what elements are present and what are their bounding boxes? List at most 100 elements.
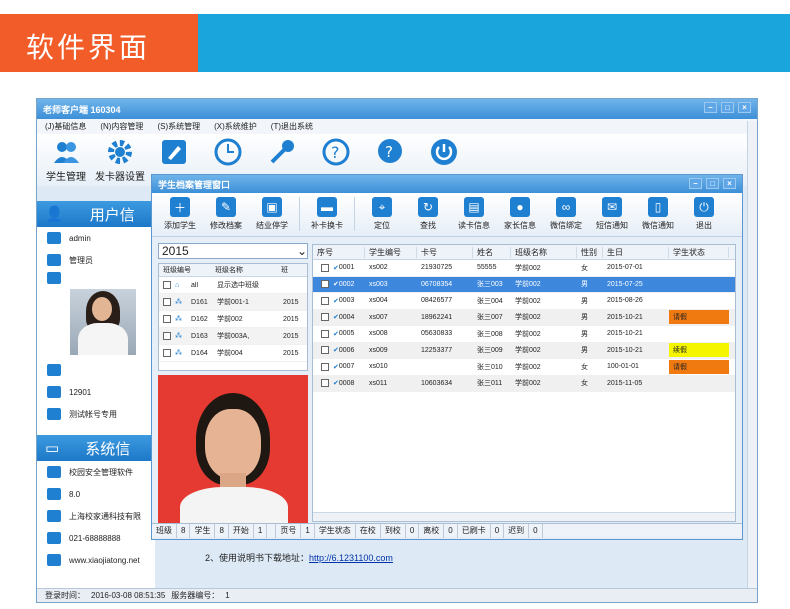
menu-item-maintain[interactable]: (X)系统维护 <box>214 121 257 132</box>
cell-status <box>669 376 729 390</box>
table-row[interactable]: ✔ 0003 xs004 08426577 张三004 学前002 男 2015-08-26 <box>313 293 735 310</box>
year-select[interactable]: 2015 ⌄ <box>158 243 308 259</box>
menu-item-exit[interactable]: (T)退出系统 <box>271 121 313 132</box>
manual-download-link[interactable]: http://6.1231100.com <box>309 553 393 563</box>
cell-sex: 女 <box>581 264 588 272</box>
row-checkbox[interactable] <box>321 296 329 305</box>
dialog-tool-button[interactable]: ↻ 查找 <box>406 197 450 236</box>
table-row[interactable]: ✔ 0008 xs011 10603634 张三011 学前002 女 2015-11-05 <box>313 375 735 392</box>
row-checkbox[interactable] <box>321 329 329 338</box>
help-button[interactable]: ? <box>313 138 359 166</box>
row-checkbox[interactable] <box>321 280 329 289</box>
column-header[interactable]: 序号 <box>313 246 365 258</box>
dialog-tool-button[interactable]: ＋ 添加学生 <box>158 197 202 236</box>
column-header[interactable]: 学生编号 <box>365 246 417 258</box>
class-name: 显示选中班级 <box>217 282 259 289</box>
dialog-tool-button[interactable]: ● 家长信息 <box>498 197 542 236</box>
class-row[interactable]: ⁂ D163 学前003A, 2015 <box>159 328 307 345</box>
dialog-tool-button[interactable]: ⌖ 定位 <box>360 197 404 236</box>
cell-class: 学前002 <box>515 281 541 289</box>
table-row[interactable]: ✔ 0006 xs009 12253377 张三009 学前002 男 2015-10-21 续… <box>313 342 735 359</box>
student-table-header: 序号 学生编号 卡号 姓名 班级名称 性别 生日 学生状态 <box>313 245 735 260</box>
column-header[interactable]: 生日 <box>603 246 669 258</box>
dialog-maximize-button[interactable]: □ <box>706 178 719 189</box>
minimize-button[interactable]: – <box>704 102 717 113</box>
column-header[interactable]: 学生状态 <box>669 246 729 258</box>
table-row[interactable]: ✔ 0001 xs002 21930725 55555 学前002 女 2015-07-01 <box>313 260 735 277</box>
plus-icon: ＋ <box>170 197 190 217</box>
phone-icon <box>47 532 61 544</box>
row-checkbox[interactable] <box>163 315 171 323</box>
column-header[interactable]: 姓名 <box>473 246 511 258</box>
dialog-title: 学生档案管理窗口 <box>158 179 231 190</box>
dialog-close-button[interactable]: × <box>723 178 736 189</box>
class-code: all <box>191 281 199 289</box>
edit-button[interactable] <box>151 138 197 166</box>
dialog-tool-button[interactable]: ▯ 微信通知 <box>636 197 680 236</box>
clock-button[interactable] <box>205 138 251 166</box>
row-number: 0002 <box>338 280 355 288</box>
cell-birth: 2015-10-21 <box>607 313 643 321</box>
main-scrollbar[interactable] <box>747 121 757 591</box>
row-checkbox[interactable] <box>321 346 329 355</box>
cell-no: ✔ 0001 <box>313 263 365 272</box>
id-card-icon: ▤ <box>464 197 484 217</box>
dialog-minimize-button[interactable]: – <box>689 178 702 189</box>
column-header[interactable]: 班级名称 <box>511 246 577 258</box>
dialog-tool-button[interactable]: ∞ 微信绑定 <box>544 197 588 236</box>
dialog-tool-button[interactable]: ▬ 补卡换卡 <box>305 197 349 236</box>
dialog-titlebar: 学生档案管理窗口 – □ × <box>152 175 742 193</box>
dialog-tool-button[interactable]: ▤ 读卡信息 <box>452 197 496 236</box>
dialog-tool-button[interactable]: ⏻ 退出 <box>682 197 726 236</box>
menu-item-content[interactable]: (N)内容管理 <box>100 121 143 132</box>
table-row[interactable]: ✔ 0007 xs010 张三010 学前002 女 100-01-01 请假 <box>313 359 735 376</box>
cell-class: 学前002 <box>515 363 541 371</box>
class-row[interactable]: ⁂ D162 学前002 2015 <box>159 311 307 328</box>
row-checkbox[interactable] <box>163 298 171 306</box>
dialog-tool-label: 查找 <box>420 221 436 230</box>
class-row[interactable]: ⌂ all 显示选中班级 <box>159 277 307 294</box>
key-button[interactable] <box>259 138 305 166</box>
table-row[interactable]: ✔ 0002 xs003 06708354 张三003 学前002 男 2015-07-25 <box>313 276 735 293</box>
row-checkbox[interactable] <box>163 332 171 340</box>
info-row: admin <box>37 227 155 249</box>
menu-item-system[interactable]: (S)系统管理 <box>157 121 200 132</box>
close-button[interactable]: × <box>738 102 751 113</box>
faq-button[interactable]: ? <box>367 138 413 166</box>
dialog-tool-button[interactable]: ✎ 修改档案 <box>204 197 248 236</box>
column-header[interactable]: 卡号 <box>417 246 473 258</box>
row-checkbox[interactable] <box>321 263 329 272</box>
dialog-tool-label: 补卡换卡 <box>311 221 343 230</box>
maximize-button[interactable]: □ <box>721 102 734 113</box>
cell-card: 21930725 <box>421 264 453 272</box>
status-login-label: 登录时间： <box>45 591 85 600</box>
dialog-tool-button[interactable]: ▣ 结业停学 <box>250 197 294 236</box>
cell-card: 18962241 <box>421 313 453 321</box>
class-row[interactable]: ⁂ D161 学前001-1 2015 <box>159 294 307 311</box>
dialog-tool-label: 添加学生 <box>164 221 196 230</box>
row-number: 0006 <box>338 346 355 354</box>
row-checkbox[interactable] <box>321 379 329 388</box>
card-reader-settings-button[interactable]: 发卡器设置 <box>95 138 145 183</box>
table-row[interactable]: ✔ 0005 xs008 05630833 张三008 学前002 男 2015-10-21 <box>313 326 735 343</box>
info-row: 8.0 <box>37 483 155 505</box>
student-management-button[interactable]: 学生管理 <box>43 138 89 183</box>
power-button[interactable] <box>421 138 467 166</box>
cell-no: ✔ 0007 <box>313 362 365 371</box>
table-row[interactable]: ✔ 0004 xs007 18962241 张三007 学前002 男 2015-10-21 请… <box>313 309 735 326</box>
column-header[interactable]: 性别 <box>577 246 603 258</box>
monitor-icon: ▭ <box>45 440 60 457</box>
class-code: D161 <box>191 298 208 306</box>
row-checkbox[interactable] <box>163 349 171 357</box>
row-checkbox[interactable] <box>163 281 171 289</box>
cell-name: 张三011 <box>477 380 503 388</box>
row-checkbox[interactable] <box>321 362 329 371</box>
class-year: 2015 <box>283 332 299 340</box>
row-checkbox[interactable] <box>321 313 329 322</box>
class-row[interactable]: ⁂ D164 学前004 2015 <box>159 345 307 362</box>
menu-item-basic[interactable]: (J)基础信息 <box>45 121 86 132</box>
dialog-tool-button[interactable]: ✉ 短信通知 <box>590 197 634 236</box>
toolbar-separator <box>354 197 355 231</box>
table-horizontal-scrollbar[interactable] <box>313 512 735 521</box>
class-icon: ⁂ <box>175 316 182 323</box>
